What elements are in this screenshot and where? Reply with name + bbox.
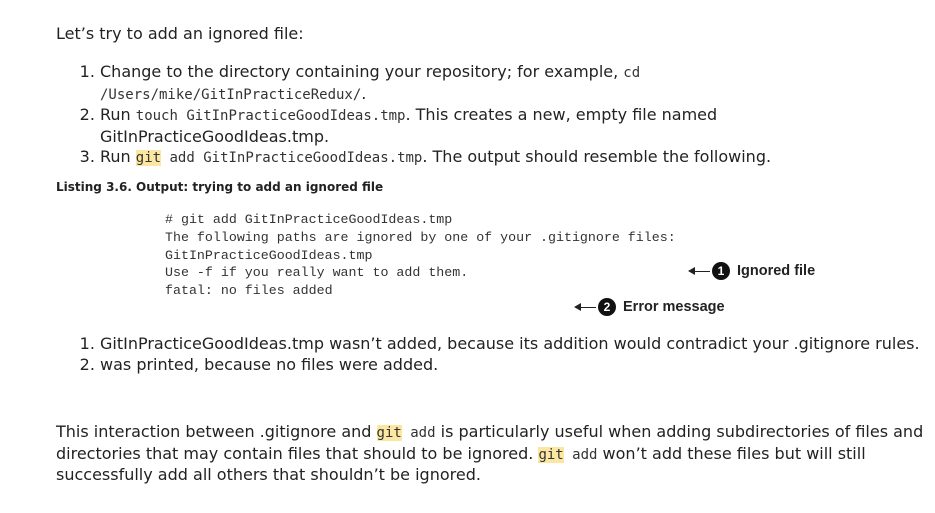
code-listing: # git add GitInPracticeGoodIdeas.tmp The … — [165, 211, 676, 300]
result-item: GitInPracticeGoodIdeas.tmp wasn’t added,… — [100, 334, 935, 355]
inline-code: touch GitInPracticeGoodIdeas.tmp — [135, 108, 406, 125]
step-item: Change to the directory containing your … — [100, 62, 880, 105]
step-text: Run — [100, 147, 136, 167]
steps-list: Change to the directory containing your … — [56, 62, 880, 169]
git-highlight: git — [376, 425, 402, 441]
step-text: . The output should resemble the followi… — [422, 147, 772, 167]
step-text: Change to the directory containing your … — [100, 62, 624, 81]
arrow-left-icon — [574, 302, 596, 312]
closing-text: This interaction between .gitignore and — [56, 422, 377, 441]
step-item: Run touch GitInPracticeGoodIdeas.tmp. Th… — [100, 105, 880, 147]
inline-code: add — [401, 425, 436, 441]
listing-caption: Listing 3.6. Output: trying to add an ig… — [56, 180, 384, 194]
result-item: was printed, because no files were added… — [100, 355, 935, 376]
callout-number-badge: 1 — [712, 262, 730, 280]
code-line: GitInPracticeGoodIdeas.tmp — [165, 247, 373, 263]
callout-error-message: 2 Error message — [574, 298, 725, 316]
callout-ignored-file: 1 Ignored file — [688, 262, 815, 280]
code-line: The following paths are ignored by one o… — [165, 229, 676, 245]
arrow-left-icon — [688, 266, 710, 276]
callout-label: Error message — [623, 299, 725, 315]
git-highlight: git — [135, 150, 162, 167]
git-highlight: git — [538, 446, 564, 463]
callout-label: Ignored file — [737, 263, 816, 279]
step-text: Run — [100, 105, 136, 125]
step-item: Run git add GitInPracticeGoodIdeas.tmp. … — [100, 147, 880, 169]
inline-code: add — [563, 446, 598, 463]
inline-code: add GitInPracticeGoodIdeas.tmp — [161, 150, 423, 167]
step-text: . — [361, 83, 367, 103]
callout-number-badge: 2 — [598, 298, 616, 316]
intro-text: Let’s try to add an ignored file: — [56, 24, 304, 43]
code-line: Use -f if you really want to add them. — [165, 265, 469, 281]
results-list: GitInPracticeGoodIdeas.tmp wasn’t added,… — [56, 334, 935, 375]
closing-paragraph: This interaction between .gitignore and … — [56, 422, 926, 486]
code-line: # git add GitInPracticeGoodIdeas.tmp — [165, 212, 453, 227]
